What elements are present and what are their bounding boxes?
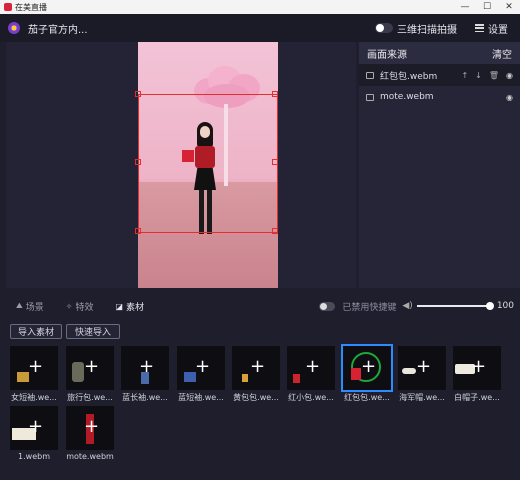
asset-label: 1.webm xyxy=(18,452,50,461)
add-icon: + xyxy=(139,356,155,377)
sparkle-icon: ✧ xyxy=(65,301,73,311)
asset-tile[interactable]: + 红小包.we... xyxy=(287,346,335,404)
source-item[interactable]: mote.webm ◉ xyxy=(359,86,520,108)
add-icon: + xyxy=(84,416,100,437)
backpack-icon xyxy=(72,362,84,382)
source-panel-header: 画面来源 清空 xyxy=(359,42,520,64)
menu-icon[interactable] xyxy=(475,24,484,32)
scan-toggle-label: 三维扫描拍摄 xyxy=(397,24,457,36)
asset-tile[interactable]: + 1.webm xyxy=(10,406,58,464)
header-bar: 茄子官方内... 三维扫描拍摄 设置 xyxy=(0,14,520,42)
add-icon: + xyxy=(84,356,100,377)
asset-label: 蓝短袖.we... xyxy=(178,393,224,402)
add-icon: + xyxy=(416,356,432,377)
clear-sources-button[interactable]: 清空 xyxy=(492,46,512,61)
asset-label: 红小包.we... xyxy=(288,393,334,402)
asset-label: 红包包.we... xyxy=(344,393,390,402)
cap-icon xyxy=(402,368,416,374)
speaker-icon[interactable]: ◀) xyxy=(402,301,412,311)
tab-scenes[interactable]: ⛰ 场景 xyxy=(16,300,44,313)
tab-effects[interactable]: ✧ 特效 xyxy=(66,300,94,313)
bag-icon xyxy=(242,374,248,382)
asset-label: 女短袖.we... xyxy=(11,393,57,402)
volume-value: 100 xyxy=(496,301,514,311)
add-icon: + xyxy=(305,356,321,377)
tab-label: 场景 xyxy=(25,302,44,313)
source-item-name: mote.webm xyxy=(380,92,434,102)
tab-label: 素材 xyxy=(126,302,145,313)
avatar[interactable] xyxy=(8,22,20,34)
asset-tile[interactable]: + mote.webm xyxy=(66,406,114,464)
image-icon xyxy=(366,93,374,101)
resize-handle[interactable] xyxy=(135,228,141,234)
quick-import-button[interactable]: 快速导入 xyxy=(66,324,120,339)
asset-tile[interactable]: + 白帽子.we... xyxy=(453,346,501,404)
asset-tile[interactable]: + 红包包.we... xyxy=(341,344,393,404)
asset-tile[interactable]: + 黄包包.we... xyxy=(232,346,280,404)
import-material-button[interactable]: 导入素材 xyxy=(10,324,62,339)
resize-handle[interactable] xyxy=(272,91,278,97)
material-icon: ◪ xyxy=(115,301,124,311)
tab-label: 特效 xyxy=(75,302,94,313)
volume-control: ◀) 100 xyxy=(402,301,514,311)
resize-handle[interactable] xyxy=(272,159,278,165)
source-panel-title: 画面来源 xyxy=(367,49,407,61)
minimize-button[interactable]: — xyxy=(454,0,476,14)
asset-tile[interactable]: + 蓝长袖.we... xyxy=(121,346,169,404)
visibility-icon[interactable]: ◉ xyxy=(506,71,513,80)
image-icon xyxy=(366,71,374,79)
app-logo-icon xyxy=(4,3,12,11)
hotkey-label: 已禁用快捷键 xyxy=(342,302,397,313)
hotkey-toggle-group: 已禁用快捷键 xyxy=(319,300,396,313)
app-window: 在美直播 — ☐ ✕ 茄子官方内... 三维扫描拍摄 设置 画面来源 清空 红包… xyxy=(0,0,520,480)
close-button[interactable]: ✕ xyxy=(498,0,520,14)
move-up-icon[interactable]: ↑ xyxy=(461,71,468,80)
add-icon: + xyxy=(195,356,211,377)
settings-button[interactable]: 设置 xyxy=(488,21,508,36)
bag-icon xyxy=(351,368,361,380)
move-down-icon[interactable]: ↓ xyxy=(475,71,482,80)
asset-label: 白帽子.we... xyxy=(454,393,500,402)
resize-handle[interactable] xyxy=(272,228,278,234)
add-icon: + xyxy=(361,356,377,377)
asset-tile[interactable]: + 蓝短袖.we... xyxy=(177,346,225,404)
asset-label: 旅行包.we... xyxy=(67,393,113,402)
source-item[interactable]: 红包包.webm ↑ ↓ 🗑 ◉ xyxy=(359,64,520,86)
visibility-icon[interactable]: ◉ xyxy=(506,93,513,102)
asset-tile[interactable]: + 旅行包.we... xyxy=(66,346,114,404)
resize-handle[interactable] xyxy=(135,159,141,165)
add-icon: + xyxy=(250,356,266,377)
source-item-name: 红包包.webm xyxy=(380,71,438,82)
source-panel: 画面来源 清空 红包包.webm ↑ ↓ 🗑 ◉ mote.webm ◉ xyxy=(359,42,520,288)
asset-tile[interactable]: + 女短袖.we... xyxy=(10,346,58,404)
selection-box[interactable] xyxy=(138,94,278,233)
resize-handle[interactable] xyxy=(135,91,141,97)
asset-label: 海军帽.we... xyxy=(399,393,445,402)
hotkey-toggle[interactable] xyxy=(319,301,336,311)
volume-slider-knob[interactable] xyxy=(485,302,494,310)
title-bar: 在美直播 — ☐ ✕ xyxy=(0,0,520,14)
asset-label: 黄包包.we... xyxy=(233,393,279,402)
delete-icon[interactable]: 🗑 xyxy=(489,71,499,80)
add-icon: + xyxy=(28,416,44,437)
scan-toggle[interactable] xyxy=(375,23,393,33)
tab-bar: ⛰ 场景 ✧ 特效 ◪ 素材 已禁用快捷键 ◀) 100 xyxy=(6,296,520,316)
volume-slider[interactable] xyxy=(416,302,494,310)
bag-icon xyxy=(293,374,300,383)
asset-tile[interactable]: + 海军帽.we... xyxy=(398,346,446,404)
tab-materials[interactable]: ◪ 素材 xyxy=(115,300,144,313)
add-icon: + xyxy=(28,356,44,377)
mountain-icon: ⛰ xyxy=(16,301,23,310)
add-icon: + xyxy=(471,356,487,377)
asset-label: 蓝长袖.we... xyxy=(122,393,168,402)
room-name[interactable]: 茄子官方内... xyxy=(28,21,88,36)
asset-label: mote.webm xyxy=(66,452,114,461)
maximize-button[interactable]: ☐ xyxy=(476,0,498,14)
window-title: 在美直播 xyxy=(15,2,47,12)
